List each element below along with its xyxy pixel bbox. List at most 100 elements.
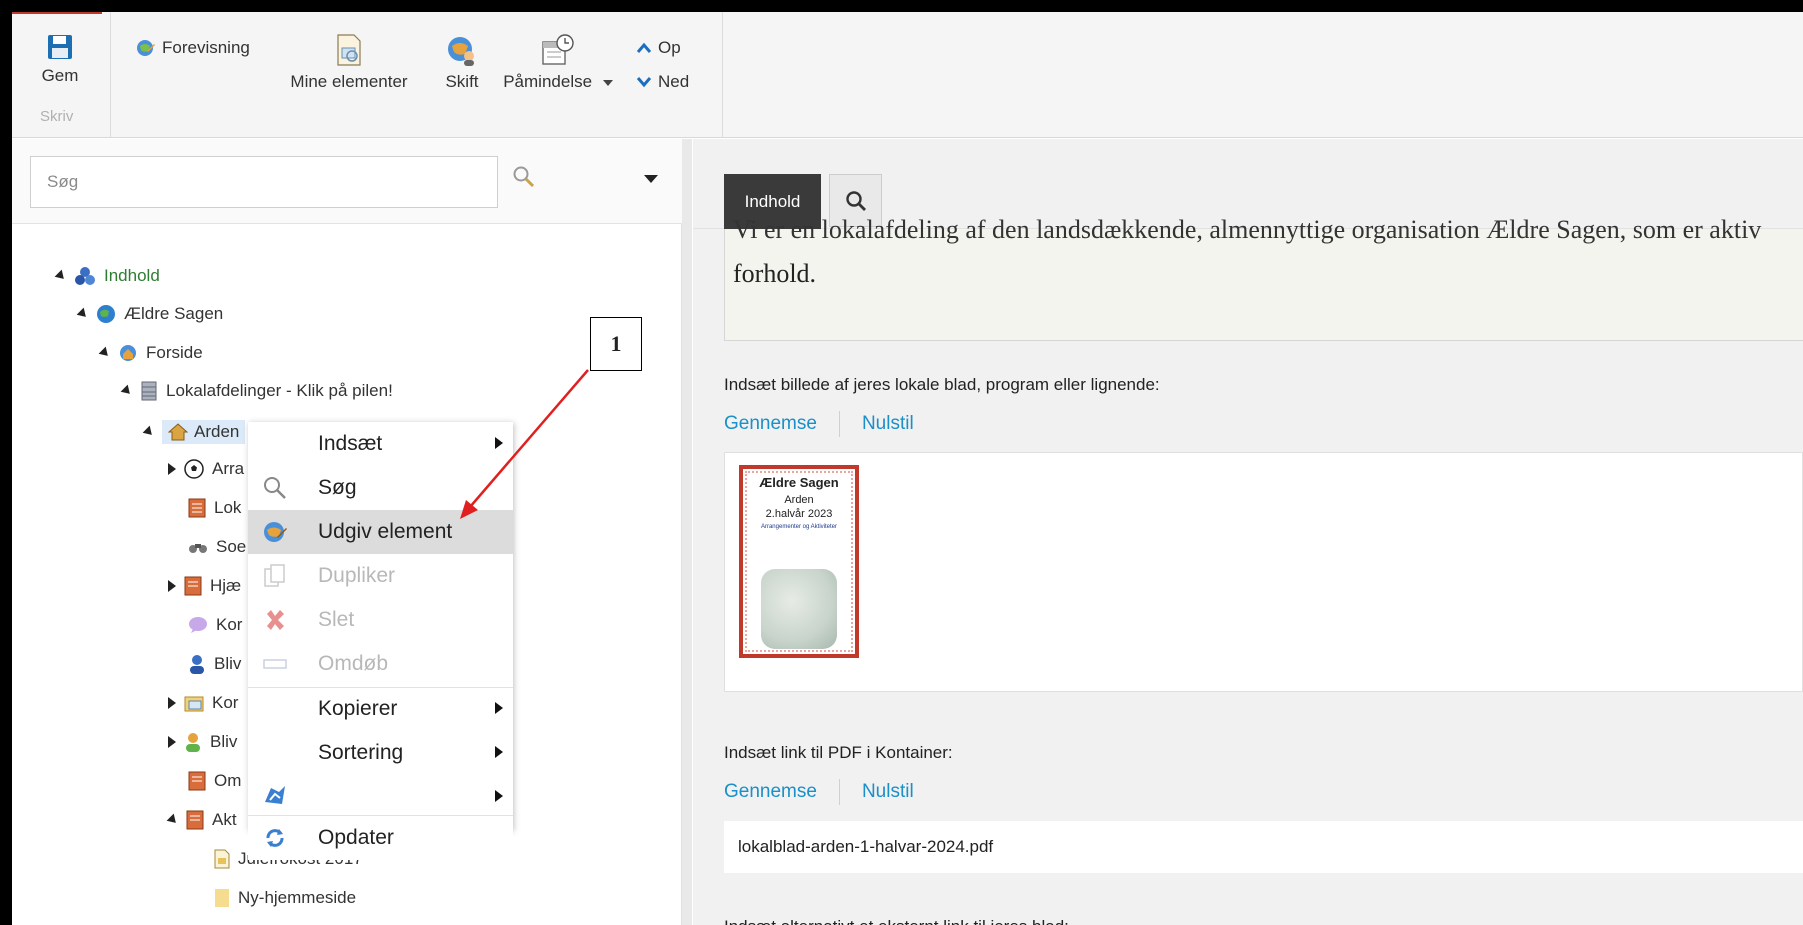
menu-item-workflow[interactable]: [248, 775, 513, 815]
search-icon: [264, 477, 286, 499]
tree-item-ny-hjemmeside[interactable]: Ny-hjemmeside: [214, 888, 356, 908]
chat-bubble-icon: [189, 617, 207, 633]
document-icon: [214, 849, 230, 869]
house-icon: [168, 423, 188, 441]
user-gold-icon: [186, 733, 200, 752]
menu-item-refresh[interactable]: Opdater: [248, 816, 513, 860]
pdf-reset-link[interactable]: Nulstil: [862, 781, 914, 803]
search-input[interactable]: [30, 156, 498, 208]
expand-icon[interactable]: [168, 736, 176, 748]
menu-item-publish[interactable]: Udgiv element: [248, 510, 513, 554]
tree-item-child-1[interactable]: Arra: [168, 459, 244, 479]
database-icon: [141, 381, 157, 401]
submenu-arrow-icon: [495, 746, 503, 758]
expand-icon[interactable]: [168, 463, 176, 475]
reset-link[interactable]: Nulstil: [862, 413, 914, 435]
richtext-field[interactable]: Vi er en lokalafdeling af den landsdække…: [724, 215, 1803, 341]
menu-item-copy[interactable]: Kopierer: [248, 687, 513, 731]
page-icon: [186, 810, 204, 830]
panel-splitter[interactable]: [682, 139, 692, 925]
tree-item-child-4[interactable]: Hjæ: [168, 576, 241, 596]
my-items-button[interactable]: Mine elementer: [284, 34, 414, 92]
submenu-arrow-icon: [495, 702, 503, 714]
tree-item-child-10[interactable]: Akt: [166, 810, 237, 830]
collapse-icon[interactable]: [76, 307, 90, 321]
tree-item-child-7[interactable]: Kor: [168, 693, 238, 713]
blank-page-icon: [215, 889, 229, 907]
browse-link[interactable]: Gennemse: [724, 413, 817, 435]
expand-icon[interactable]: [168, 580, 176, 592]
menu-item-insert[interactable]: Indsæt: [248, 422, 513, 466]
context-menu: Indsæt Søg Udgiv element Dupliker Slet O…: [248, 422, 513, 830]
collapse-icon[interactable]: [166, 813, 180, 827]
pdf-browse-link[interactable]: Gennemse: [724, 781, 817, 803]
tree-item-child-8[interactable]: Bliv: [168, 732, 237, 752]
active-tab-indicator: [12, 12, 102, 14]
menu-item-duplicate[interactable]: Dupliker: [248, 554, 513, 598]
menu-item-search[interactable]: Søg: [248, 466, 513, 510]
tree-item-child-5[interactable]: Kor: [188, 615, 242, 635]
move-down-button[interactable]: Ned: [636, 72, 689, 92]
content-tree-panel: Indhold Ældre Sagen Forside Lokalafdelin…: [12, 139, 692, 925]
user-icon: [190, 655, 204, 674]
chevron-down-icon: [602, 79, 613, 86]
rename-field-icon: [263, 659, 287, 669]
page-icon: [188, 498, 206, 518]
menu-item-rename[interactable]: Omdøb: [248, 642, 513, 686]
external-link-label: Indsæt alternativt et eksternt link til …: [724, 917, 1069, 925]
tree-item-aeldre-sagen[interactable]: Ældre Sagen: [76, 304, 223, 324]
thumbnail-image[interactable]: Ældre Sagen Arden 2.halvår 2023 Arrangem…: [739, 465, 859, 658]
content-root-icon: [75, 267, 95, 285]
collapse-icon[interactable]: [54, 269, 68, 283]
globe-icon: [97, 305, 115, 323]
menu-item-sort[interactable]: Sortering: [248, 731, 513, 775]
tree-item-child-9[interactable]: Om: [188, 771, 241, 791]
pdf-filename-field[interactable]: lokalblad-arden-1-halvar-2024.pdf: [724, 821, 1803, 873]
image-field-actions: Gennemse Nulstil: [724, 411, 914, 437]
image-field[interactable]: Ældre Sagen Arden 2.halvår 2023 Arrangem…: [724, 452, 1803, 692]
switch-button[interactable]: Skift: [432, 34, 492, 92]
richtext-line: forhold.: [733, 259, 817, 288]
workflow-icon: [265, 786, 285, 804]
search-icon: [845, 190, 866, 211]
app-window: Gem Skriv Forevisning Mine elementer Ski…: [12, 12, 1803, 925]
search-icon[interactable]: [512, 165, 536, 189]
tree-item-child-2[interactable]: Lok: [188, 498, 241, 518]
tree-item-indhold[interactable]: Indhold: [54, 266, 160, 286]
tree-item-child-6[interactable]: Bliv: [188, 654, 241, 674]
reminder-button[interactable]: Påmindelse: [499, 34, 617, 92]
editor-panel: Indhold Vi er en lokalafdeling af den la…: [693, 139, 1803, 925]
pdf-field-label: Indsæt link til PDF i Kontainer:: [724, 743, 953, 762]
ribbon-toolbar: Gem Skriv Forevisning Mine elementer Ski…: [12, 12, 1803, 138]
collapse-icon[interactable]: [142, 425, 156, 439]
save-button[interactable]: Gem: [38, 34, 82, 86]
globe-user-icon: [448, 37, 474, 66]
publish-globe-icon: [264, 522, 287, 542]
duplicate-icon: [264, 564, 285, 587]
delete-x-icon: [267, 610, 284, 630]
chevron-up-icon: [636, 42, 652, 53]
tree-item-forside[interactable]: Forside: [98, 343, 203, 363]
page-icon: [188, 771, 206, 791]
preview-button[interactable]: Forevisning: [136, 38, 250, 58]
search-options-dropdown[interactable]: [644, 175, 658, 183]
annotation-callout: 1: [590, 317, 642, 371]
move-up-button[interactable]: Op: [636, 38, 681, 58]
expand-icon[interactable]: [168, 697, 176, 709]
image-field-label: Indsæt billede af jeres lokale blad, pro…: [724, 375, 1160, 394]
submenu-arrow-icon: [495, 437, 503, 449]
folder-window-icon: [184, 696, 204, 712]
selected-node[interactable]: Arden: [162, 420, 246, 444]
collapse-icon[interactable]: [98, 346, 112, 360]
menu-item-delete[interactable]: Slet: [248, 598, 513, 642]
tree-item-child-3[interactable]: Soe: [188, 537, 246, 557]
tree-search-bar: [12, 139, 682, 224]
write-group-label: Skriv: [40, 108, 74, 125]
chevron-down-icon: [636, 77, 652, 88]
save-icon: [48, 35, 72, 59]
richtext-cut-line: Vi er en lokalafdeling af den landsdække…: [733, 215, 1762, 244]
collapse-icon[interactable]: [120, 384, 134, 398]
submenu-arrow-icon: [495, 790, 503, 802]
tree-item-lokalafdelinger[interactable]: Lokalafdelinger - Klik på pilen!: [120, 381, 393, 401]
tree-item-arden[interactable]: Arden: [142, 420, 246, 444]
